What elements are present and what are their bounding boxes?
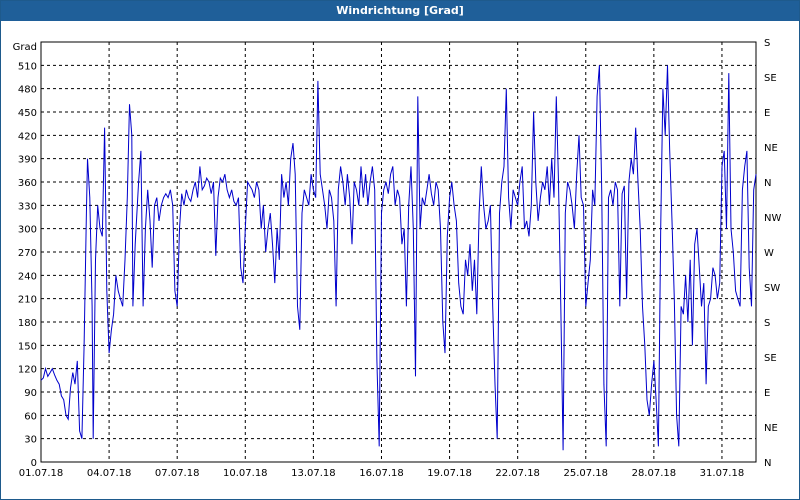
- x-tick-label: 31.07.18: [700, 468, 745, 479]
- y-tick-label: 210: [18, 295, 37, 306]
- y2-tick-label: SW: [764, 283, 780, 294]
- x-tick-label: 10.07.18: [223, 468, 268, 479]
- y2-tick-label: S: [764, 318, 770, 329]
- y-tick-label: 330: [18, 201, 37, 212]
- y-tick-label: 270: [18, 248, 37, 259]
- y-tick-label: 300: [18, 225, 37, 236]
- y-axis-label: Grad: [13, 42, 37, 53]
- y-tick-label: 390: [18, 155, 37, 166]
- y-tick-label: 120: [18, 365, 37, 376]
- y2-tick-label: SE: [764, 353, 777, 364]
- x-tick-label: 22.07.18: [495, 468, 540, 479]
- y2-tick-label: W: [764, 248, 774, 259]
- x-tick-label: 16.07.18: [359, 468, 404, 479]
- x-tick-label: 19.07.18: [427, 468, 472, 479]
- y2-tick-label: NE: [764, 423, 778, 434]
- x-tick-label: 25.07.18: [563, 468, 608, 479]
- x-tick-label: 13.07.18: [291, 468, 336, 479]
- y2-tick-label: S: [764, 38, 770, 49]
- x-tick-label: 01.07.18: [19, 468, 64, 479]
- y-tick-label: 360: [18, 178, 37, 189]
- y-tick-label: 180: [18, 318, 37, 329]
- y2-tick-label: NE: [764, 143, 778, 154]
- chart-canvas: 0306090120150180210240270300330360390420…: [13, 38, 782, 479]
- y-tick-label: 480: [18, 85, 37, 96]
- x-tick-label: 07.07.18: [155, 468, 200, 479]
- x-tick-label: 28.07.18: [632, 468, 677, 479]
- y2-tick-label: E: [764, 108, 770, 119]
- y2-tick-label: N: [764, 178, 771, 189]
- y-tick-label: 90: [24, 388, 37, 399]
- y-tick-label: 60: [24, 411, 37, 422]
- y-tick-label: 450: [18, 108, 37, 119]
- y-tick-label: 240: [18, 271, 37, 282]
- y2-tick-label: E: [764, 388, 770, 399]
- y2-tick-label: NW: [764, 213, 781, 224]
- x-tick-label: 04.07.18: [87, 468, 132, 479]
- y2-tick-label: SE: [764, 73, 777, 84]
- y2-tick-label: N: [764, 458, 771, 469]
- y-tick-label: 420: [18, 131, 37, 142]
- y-tick-label: 510: [18, 61, 37, 72]
- y-tick-label: 30: [24, 435, 37, 446]
- y-tick-label: 150: [18, 341, 37, 352]
